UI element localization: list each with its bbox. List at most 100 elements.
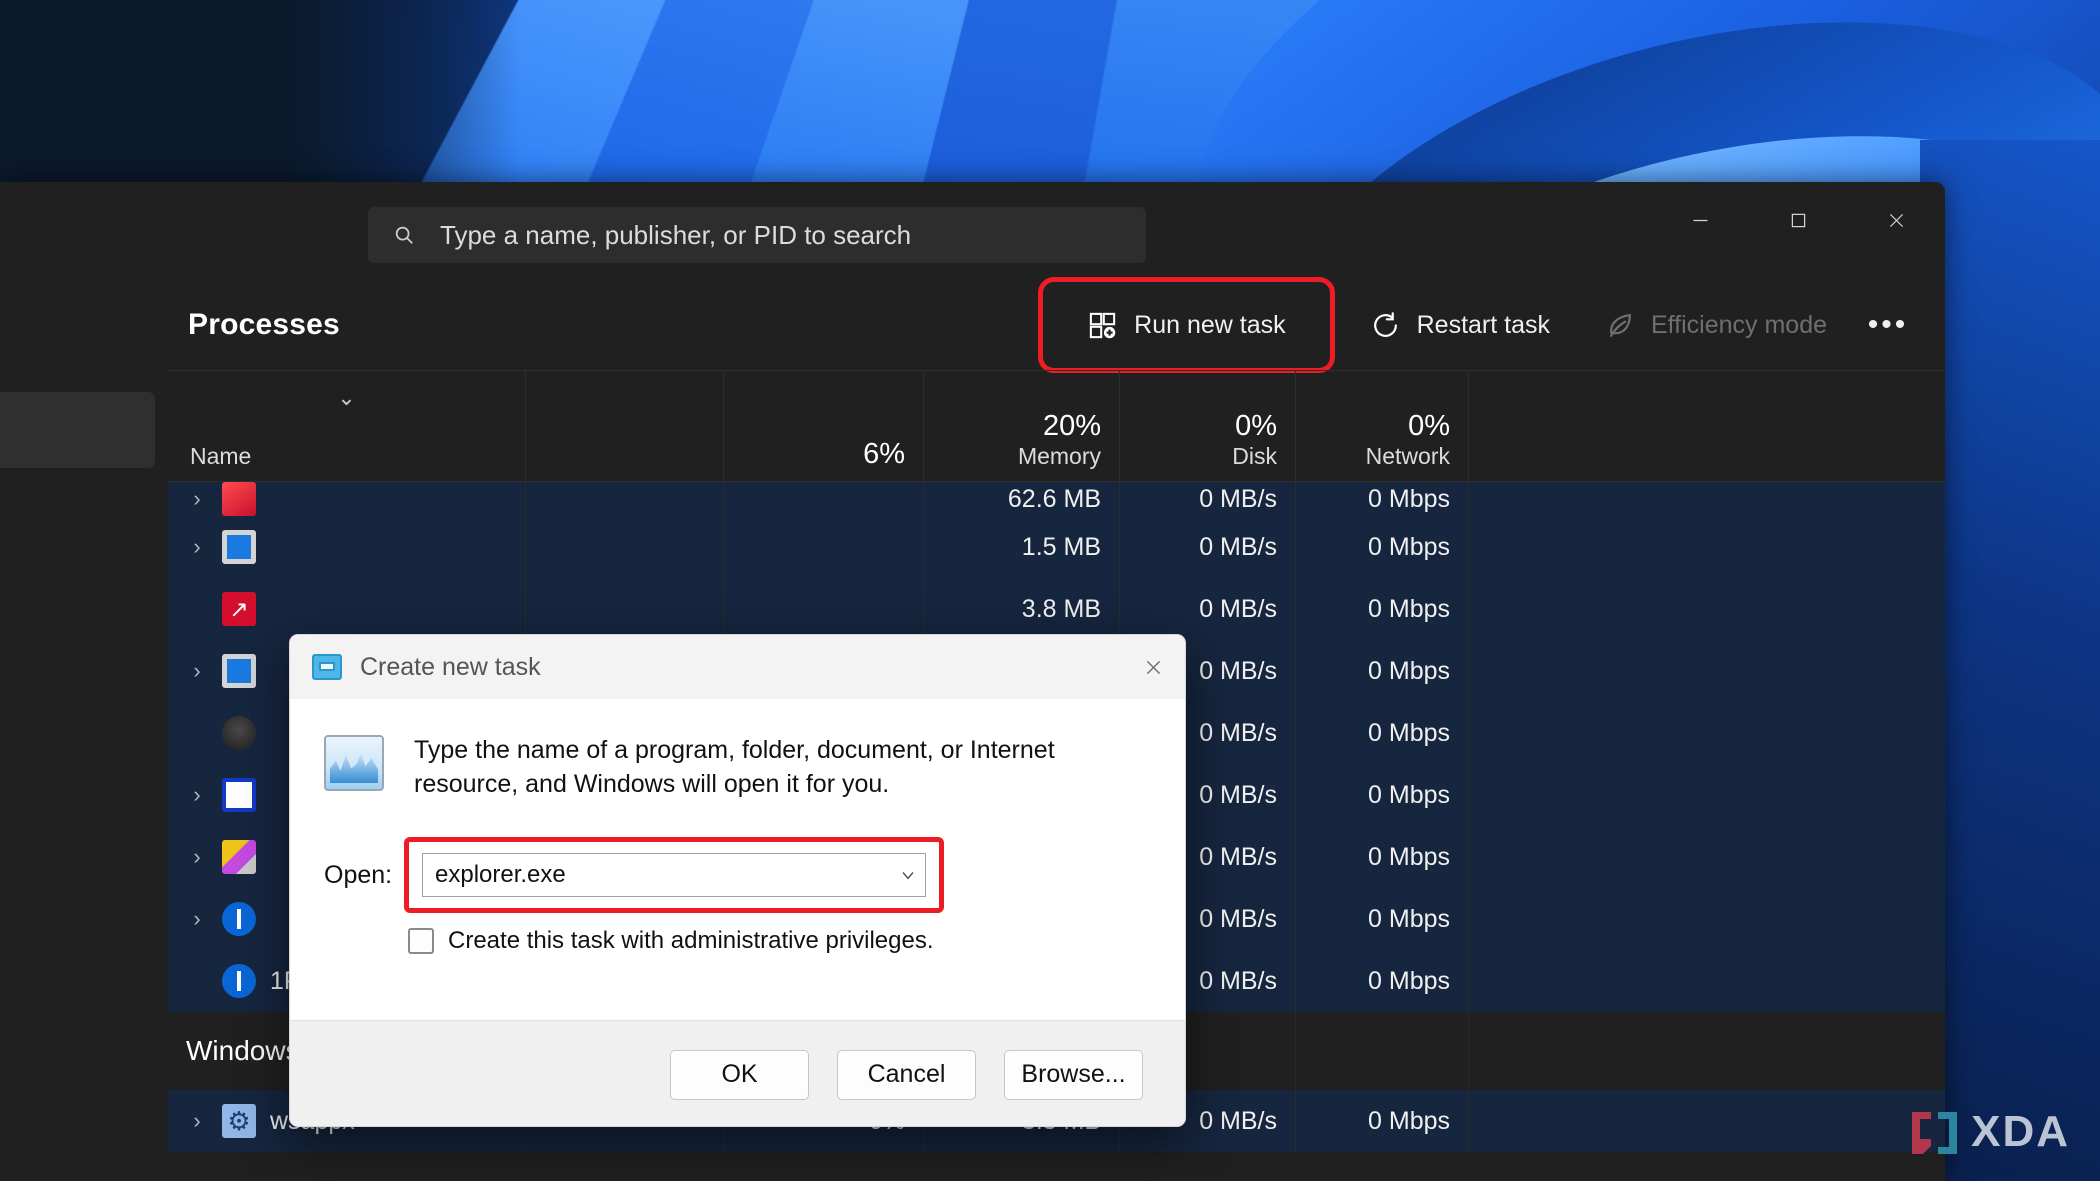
- window-controls: [1651, 182, 1945, 258]
- expand-chevron-icon[interactable]: ›: [186, 906, 208, 932]
- table-row[interactable]: › 1.5 MB 0 MB/s 0 Mbps: [168, 516, 1945, 578]
- cell-spacer: [1469, 1090, 1945, 1152]
- cell-status: [526, 482, 724, 516]
- column-header-memory-label: Memory: [1017, 443, 1101, 470]
- command-bar: Processes Run new task Restart task Effi…: [168, 277, 1945, 373]
- cell-spacer: [1469, 640, 1945, 702]
- dialog-admin-row[interactable]: Create this task with administrative pri…: [408, 927, 1151, 955]
- page-title: Processes: [188, 308, 340, 341]
- column-header-memory[interactable]: 20% Memory: [924, 371, 1120, 481]
- table-row[interactable]: › 62.6 MB 0 MB/s 0 Mbps: [168, 482, 1945, 516]
- command-actions: Run new task Restart task Efficiency mod…: [1038, 277, 1945, 373]
- cell-memory: 1.5 MB: [924, 516, 1120, 578]
- restart-icon: [1370, 310, 1401, 341]
- cell-spacer: [1469, 702, 1945, 764]
- column-header-disk-pct: 0%: [1235, 410, 1277, 443]
- search-input[interactable]: [440, 207, 1146, 263]
- sort-indicator: ⌄: [337, 385, 356, 410]
- column-header-disk[interactable]: 0% Disk: [1120, 371, 1296, 481]
- open-field-highlight: [404, 837, 944, 913]
- task-manager-window: Processes Run new task: [0, 182, 1945, 1181]
- sidebar-nav-rail: [0, 280, 168, 1181]
- cell-network: 0 Mbps: [1296, 482, 1469, 516]
- table-row[interactable]: ›3.8 MB0 MB/s0 Mbps: [168, 578, 1945, 640]
- paint-icon: [222, 840, 256, 874]
- xda-watermark: XDA: [1909, 1107, 2070, 1157]
- expand-chevron-icon[interactable]: ›: [186, 782, 208, 808]
- cell-spacer: [1469, 578, 1945, 640]
- cancel-button[interactable]: Cancel: [837, 1049, 976, 1100]
- media-icon: [222, 530, 256, 564]
- cell-spacer: [1469, 764, 1945, 826]
- onepassword-icon: [222, 902, 256, 936]
- title-bar: [0, 182, 1945, 280]
- expand-chevron-icon[interactable]: ›: [186, 534, 208, 560]
- cell-status: [526, 578, 724, 640]
- dialog-description-row: Type the name of a program, folder, docu…: [324, 733, 1151, 801]
- alien-icon: [222, 716, 256, 750]
- column-header-name[interactable]: ⌄ Name: [168, 371, 526, 481]
- cell-spacer: [1469, 826, 1945, 888]
- column-header-network[interactable]: 0% Network: [1296, 371, 1469, 481]
- media-icon: [222, 654, 256, 688]
- red-arrow-icon: [222, 592, 256, 626]
- gear-icon: [222, 1104, 256, 1138]
- efficiency-mode-label: Efficiency mode: [1650, 310, 1827, 339]
- dialog-description: Type the name of a program, folder, docu…: [414, 736, 1055, 798]
- expand-chevron-icon[interactable]: ›: [186, 844, 208, 870]
- new-task-icon: [1087, 310, 1118, 341]
- maximize-button[interactable]: [1749, 182, 1847, 258]
- dialog-body: Type the name of a program, folder, docu…: [290, 699, 1185, 1020]
- search-icon: [368, 224, 440, 246]
- run-new-task-label: Run new task: [1134, 310, 1286, 339]
- column-header-status[interactable]: [526, 371, 724, 481]
- cell-spacer: [1469, 950, 1945, 1012]
- dialog-title-bar: Create new task: [290, 635, 1185, 699]
- close-button[interactable]: [1847, 182, 1945, 258]
- expand-chevron-icon[interactable]: ›: [186, 658, 208, 684]
- run-new-task-button[interactable]: Run new task: [1038, 277, 1335, 373]
- column-header-name-label: Name: [190, 443, 252, 470]
- cell-network: 0 Mbps: [1296, 764, 1469, 826]
- window-icon: [222, 778, 256, 812]
- open-label: Open:: [324, 860, 393, 889]
- performance-graph-icon: [324, 735, 384, 791]
- cell-memory: 3.8 MB: [924, 578, 1120, 640]
- column-header-cpu-pct: 6%: [863, 437, 905, 470]
- search-box[interactable]: [368, 207, 1146, 263]
- cell-network: 0 Mbps: [1296, 950, 1469, 1012]
- more-options-label: •••: [1867, 308, 1909, 341]
- minimize-button[interactable]: [1651, 182, 1749, 258]
- efficiency-mode-button[interactable]: Efficiency mode: [1588, 294, 1843, 356]
- cell-cpu: [724, 578, 924, 640]
- cell-network: 0 Mbps: [1296, 640, 1469, 702]
- open-input[interactable]: [435, 861, 891, 889]
- cell-network: 0 Mbps: [1296, 702, 1469, 764]
- cell-spacer: [1469, 482, 1945, 516]
- cell-network: 0 Mbps: [1296, 826, 1469, 888]
- chevron-down-icon[interactable]: [891, 865, 925, 885]
- dialog-close-button[interactable]: [1121, 635, 1185, 699]
- cell-disk: 0 MB/s: [1120, 482, 1296, 516]
- cell-network: 0 Mbps: [1296, 578, 1469, 640]
- more-options-button[interactable]: •••: [1857, 294, 1919, 356]
- expand-chevron-icon[interactable]: ›: [186, 1108, 208, 1134]
- open-combobox[interactable]: [422, 853, 926, 897]
- browse-button[interactable]: Browse...: [1004, 1049, 1143, 1100]
- restart-task-button[interactable]: Restart task: [1354, 294, 1566, 356]
- table-header-row: ⌄ Name 6% 20% Memory 0% Disk 0% Network: [168, 370, 1945, 482]
- column-header-cpu[interactable]: 6%: [724, 371, 924, 481]
- sidebar-item-processes[interactable]: [0, 392, 155, 468]
- create-new-task-dialog: Create new task Type the name of a progr…: [289, 634, 1186, 1127]
- cell-network: 0 Mbps: [1296, 516, 1469, 578]
- column-header-spacer: [1469, 371, 1945, 481]
- admin-privileges-checkbox[interactable]: [408, 928, 434, 954]
- dialog-open-row: Open:: [324, 837, 1151, 913]
- cell-network: 0 Mbps: [1296, 1090, 1469, 1152]
- expand-chevron-icon[interactable]: ›: [186, 486, 208, 512]
- xda-wordmark: XDA: [1971, 1107, 2070, 1156]
- ok-button[interactable]: OK: [670, 1049, 809, 1100]
- cell-cpu: [724, 516, 924, 578]
- restart-task-label: Restart task: [1416, 310, 1550, 339]
- dialog-title: Create new task: [360, 652, 541, 681]
